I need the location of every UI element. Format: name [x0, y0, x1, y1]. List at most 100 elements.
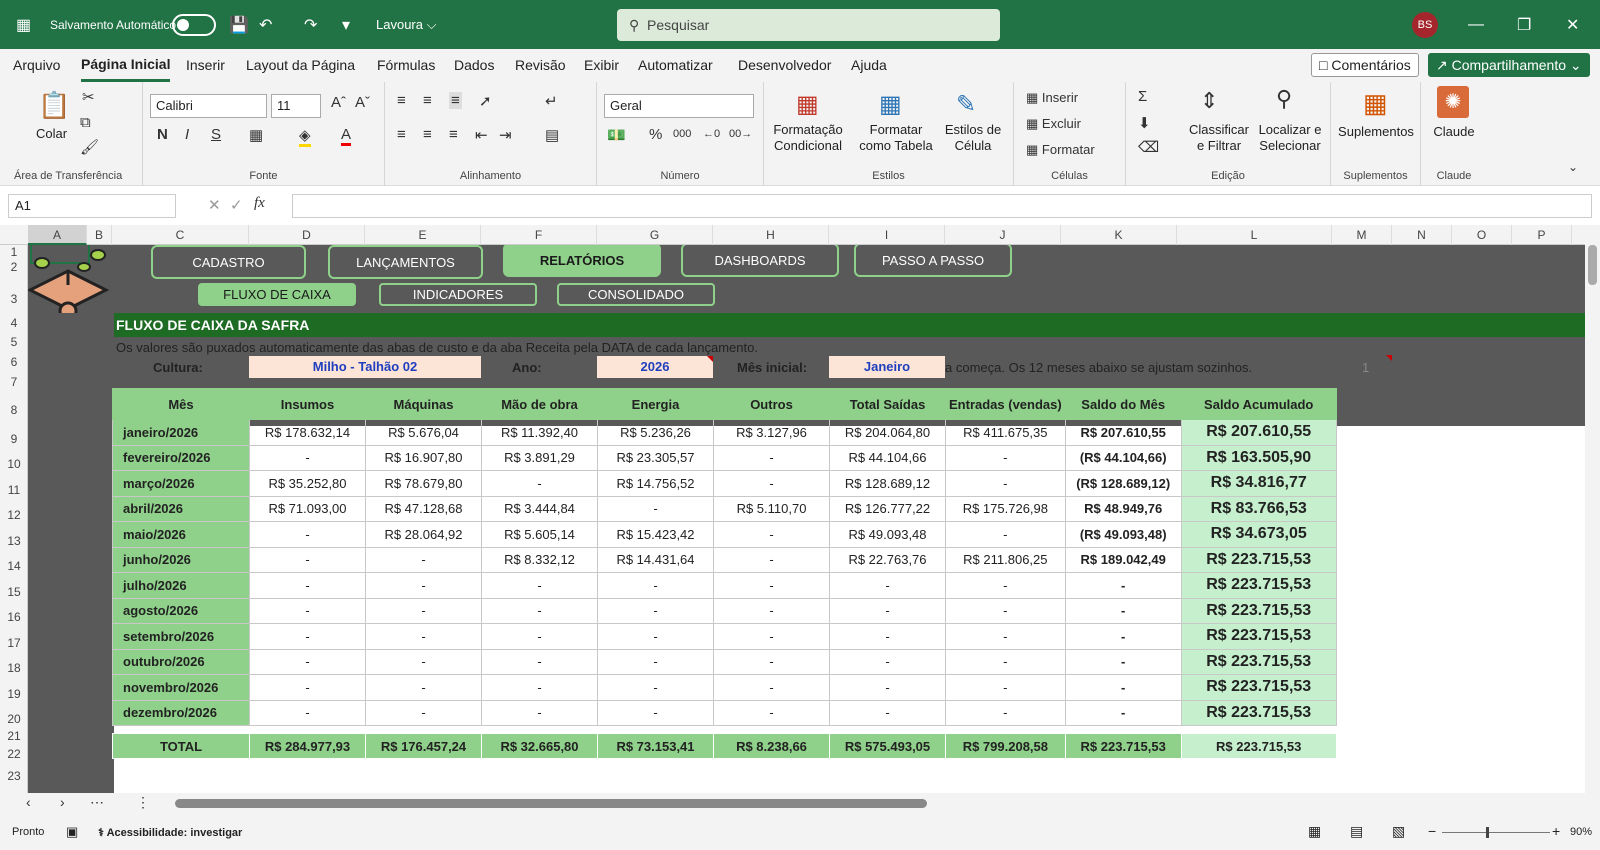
table-cell[interactable]: -: [249, 597, 366, 624]
table-cell[interactable]: R$ 5.676,04: [365, 419, 482, 446]
menu-inserir[interactable]: Inserir: [186, 49, 225, 82]
align-center-icon[interactable]: ≡: [423, 126, 432, 143]
fill-color-icon[interactable]: ◈: [299, 126, 311, 147]
font-color-icon[interactable]: A: [341, 126, 352, 146]
row-header[interactable]: 8: [0, 403, 28, 417]
tab-splitter-icon[interactable]: ⋮: [136, 794, 150, 811]
borders-icon[interactable]: ▦: [249, 126, 263, 144]
find-select-icon[interactable]: ⚲: [1276, 86, 1292, 112]
next-sheet-icon[interactable]: ›: [60, 794, 65, 810]
table-cell[interactable]: -: [829, 648, 946, 675]
table-cell[interactable]: R$ 16.907,80: [365, 444, 482, 471]
table-cell[interactable]: R$ 83.766,53: [1180, 495, 1337, 522]
total-cell[interactable]: R$ 176.457,24: [365, 733, 482, 759]
row-header[interactable]: 16: [0, 610, 28, 624]
table-cell[interactable]: -: [249, 546, 366, 573]
table-cell[interactable]: -: [365, 674, 482, 701]
close-icon[interactable]: ✕: [1566, 0, 1579, 49]
sub-indicadores-button[interactable]: INDICADORES: [379, 283, 537, 306]
table-cell[interactable]: R$ 14.431,64: [597, 546, 714, 573]
table-cell[interactable]: abril/2026: [112, 495, 250, 522]
col-header-a[interactable]: A: [28, 225, 87, 245]
table-cell[interactable]: -: [365, 699, 482, 726]
shrink-font-icon[interactable]: Aˇ: [355, 94, 370, 111]
table-cell[interactable]: R$ 47.128,68: [365, 495, 482, 522]
col-header-k[interactable]: K: [1061, 225, 1177, 245]
table-cell[interactable]: -: [713, 546, 830, 573]
row-header[interactable]: 10: [0, 457, 28, 471]
table-cell[interactable]: R$ 223.715,53: [1180, 572, 1337, 599]
table-cell[interactable]: R$ 3.127,96: [713, 419, 830, 446]
table-cell[interactable]: R$ 44.104,66: [829, 444, 946, 471]
table-cell[interactable]: R$ 49.093,48: [829, 521, 946, 548]
table-cell[interactable]: novembro/2026: [112, 674, 250, 701]
menu-revisao[interactable]: Revisão: [515, 49, 566, 82]
table-cell[interactable]: R$ 34.816,77: [1180, 470, 1337, 497]
table-cell[interactable]: (R$ 44.104,66): [1064, 444, 1182, 471]
col-header-d[interactable]: D: [249, 225, 365, 245]
table-cell[interactable]: -: [945, 648, 1066, 675]
table-cell[interactable]: (R$ 49.093,48): [1064, 521, 1182, 548]
table-cell[interactable]: -: [829, 674, 946, 701]
format-table-button[interactable]: Formatar como Tabela: [856, 122, 936, 154]
vertical-scroll-thumb[interactable]: [1588, 245, 1597, 285]
table-cell[interactable]: -: [945, 572, 1066, 599]
col-header-i[interactable]: I: [829, 225, 945, 245]
col-header-l[interactable]: L: [1177, 225, 1332, 245]
row-header[interactable]: 17: [0, 636, 28, 650]
nav-lancamentos-button[interactable]: LANÇAMENTOS: [328, 245, 483, 279]
table-cell[interactable]: -: [481, 699, 598, 726]
table-cell[interactable]: R$ 78.679,80: [365, 470, 482, 497]
increase-indent-icon[interactable]: ⇥: [499, 126, 512, 144]
table-cell[interactable]: -: [713, 521, 830, 548]
autosave-toggle[interactable]: [172, 13, 216, 36]
row-header[interactable]: 22: [0, 747, 28, 761]
table-cell[interactable]: -: [365, 648, 482, 675]
total-cell[interactable]: R$ 8.238,66: [713, 733, 830, 759]
avatar[interactable]: BS: [1412, 12, 1438, 38]
table-cell[interactable]: -: [713, 572, 830, 599]
row-header[interactable]: 21: [0, 729, 28, 743]
table-cell[interactable]: -: [365, 597, 482, 624]
grow-font-icon[interactable]: Aˆ: [331, 94, 346, 111]
row-header[interactable]: 18: [0, 661, 28, 675]
fill-icon[interactable]: ⬇: [1138, 114, 1151, 132]
row-header[interactable]: 20: [0, 712, 28, 726]
insert-cells-button[interactable]: ▦ Inserir: [1026, 90, 1078, 106]
menu-automatizar[interactable]: Automatizar: [638, 49, 713, 82]
cell-styles-button[interactable]: Estilos de Célula: [940, 122, 1006, 154]
table-cell[interactable]: -: [1064, 597, 1182, 624]
row-header[interactable]: 4: [0, 316, 28, 330]
table-cell[interactable]: R$ 189.042,49: [1064, 546, 1182, 573]
format-painter-icon[interactable]: 🖌: [80, 138, 99, 156]
row-header[interactable]: 6: [0, 355, 28, 369]
sort-filter-button[interactable]: Classificar e Filtrar: [1186, 122, 1252, 154]
undo-icon[interactable]: ↶: [259, 0, 272, 49]
table-cell[interactable]: -: [945, 470, 1066, 497]
currency-icon[interactable]: 💵: [607, 126, 626, 144]
table-cell[interactable]: R$ 48.949,76: [1064, 495, 1182, 522]
table-cell[interactable]: -: [249, 699, 366, 726]
claude-icon[interactable]: ✺: [1437, 86, 1469, 118]
table-cell[interactable]: R$ 223.715,53: [1180, 674, 1337, 701]
table-cell[interactable]: junho/2026: [112, 546, 250, 573]
claude-button[interactable]: Claude: [1421, 124, 1487, 140]
menu-ajuda[interactable]: Ajuda: [851, 49, 887, 82]
table-cell[interactable]: R$ 5.605,14: [481, 521, 598, 548]
table-cell[interactable]: R$ 178.632,14: [249, 419, 366, 446]
table-cell[interactable]: R$ 204.064,80: [829, 419, 946, 446]
table-cell[interactable]: R$ 3.891,29: [481, 444, 598, 471]
col-header-n[interactable]: N: [1392, 225, 1452, 245]
align-middle-icon[interactable]: ≡: [423, 92, 432, 109]
table-cell[interactable]: -: [945, 444, 1066, 471]
table-cell[interactable]: -: [249, 572, 366, 599]
merge-center-icon[interactable]: ▤: [545, 126, 559, 144]
table-cell[interactable]: -: [1064, 623, 1182, 650]
table-cell[interactable]: -: [1064, 572, 1182, 599]
prev-sheet-icon[interactable]: ‹: [26, 794, 31, 810]
table-cell[interactable]: R$ 35.252,80: [249, 470, 366, 497]
thousands-icon[interactable]: 000: [673, 128, 691, 140]
table-cell[interactable]: -: [945, 674, 1066, 701]
table-cell[interactable]: -: [829, 623, 946, 650]
table-cell[interactable]: R$ 128.689,12: [829, 470, 946, 497]
